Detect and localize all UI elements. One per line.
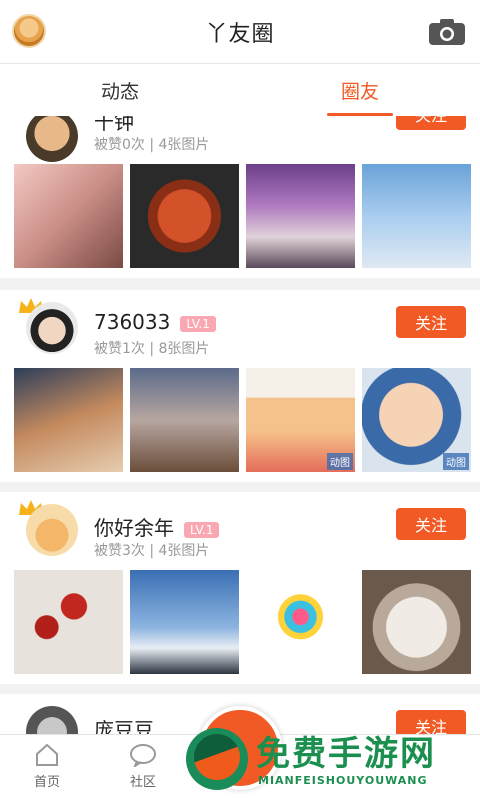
friend-meta: 被赞1次 | 8张图片 — [94, 341, 210, 357]
home-icon — [36, 743, 58, 766]
top-bar: 丫友圈 — [0, 0, 480, 64]
watermark-title: 免费手游网 — [256, 734, 436, 774]
photo-thumbnail[interactable]: 动图 — [362, 368, 471, 472]
follow-button[interactable]: 关注 — [396, 306, 466, 338]
tab-bar: 动态 圈友 — [0, 64, 480, 116]
photo-thumbnail[interactable] — [14, 368, 123, 472]
photo-thumbnail[interactable] — [246, 164, 355, 268]
watermark: 免费手游网 MIANFEISHOUYOUWANG — [186, 726, 476, 796]
photo-thumbnail[interactable]: 动图 — [246, 368, 355, 472]
avatar[interactable] — [26, 116, 78, 162]
photo-thumbnail[interactable] — [14, 570, 123, 674]
watermark-logo — [186, 728, 248, 790]
follow-button[interactable]: 关注 — [396, 508, 466, 540]
app-screen: 丫友圈 动态 圈友 千钟 被赞0次 | 4张图片 关注 — [0, 0, 480, 800]
friend-name[interactable]: 736033 LV.1 — [94, 310, 216, 334]
friend-name-text: 你好余年 — [94, 516, 174, 540]
follow-button[interactable]: 关注 — [396, 116, 466, 130]
level-badge: LV.1 — [180, 315, 216, 332]
nav-home[interactable]: 首页 — [12, 743, 82, 790]
level-badge: LV.1 — [184, 521, 220, 538]
chat-bubble-icon — [130, 744, 156, 767]
page-title: 丫友圈 — [205, 21, 275, 47]
friend-name[interactable]: 你好余年 LV.1 — [94, 512, 220, 541]
friend-name[interactable]: 千钟 — [94, 116, 134, 135]
friend-name-text: 736033 — [94, 310, 171, 334]
photo-row — [14, 164, 471, 268]
friend-name[interactable]: 庞豆豆 — [94, 714, 154, 736]
photo-thumbnail[interactable] — [14, 164, 123, 268]
photo-row — [14, 570, 471, 674]
tab-friends[interactable]: 圈友 — [240, 64, 480, 116]
avatar[interactable] — [26, 504, 78, 556]
photo-thumbnail[interactable] — [362, 570, 471, 674]
gif-badge: 动图 — [443, 453, 469, 470]
photo-thumbnail[interactable] — [130, 570, 239, 674]
friend-card: 千钟 被赞0次 | 4张图片 关注 — [0, 116, 480, 278]
friend-meta: 被赞0次 | 4张图片 — [94, 137, 210, 153]
nav-community[interactable]: 社区 — [108, 743, 178, 790]
avatar[interactable] — [26, 302, 78, 354]
friend-card: 736033 LV.1 被赞1次 | 8张图片 关注 动图 动图 — [0, 290, 480, 482]
photo-row: 动图 动图 — [14, 368, 471, 472]
friend-meta: 被赞3次 | 4张图片 — [94, 543, 210, 559]
tab-dynamic[interactable]: 动态 — [0, 64, 240, 116]
gif-badge: 动图 — [327, 453, 353, 470]
watermark-subtitle: MIANFEISHOUYOUWANG — [258, 774, 428, 787]
photo-thumbnail[interactable] — [130, 164, 239, 268]
avatar[interactable] — [26, 706, 78, 736]
photo-thumbnail[interactable] — [362, 164, 471, 268]
photo-thumbnail[interactable] — [130, 368, 239, 472]
photo-thumbnail[interactable] — [246, 570, 355, 674]
friends-feed: 千钟 被赞0次 | 4张图片 关注 736033 LV.1 被赞1次 | 8张图片… — [0, 116, 480, 736]
camera-icon[interactable] — [428, 18, 466, 46]
nav-home-label: 首页 — [33, 775, 60, 790]
friend-card: 你好余年 LV.1 被赞3次 | 4张图片 关注 — [0, 492, 480, 684]
nav-community-label: 社区 — [129, 775, 156, 790]
user-avatar[interactable] — [12, 14, 46, 48]
